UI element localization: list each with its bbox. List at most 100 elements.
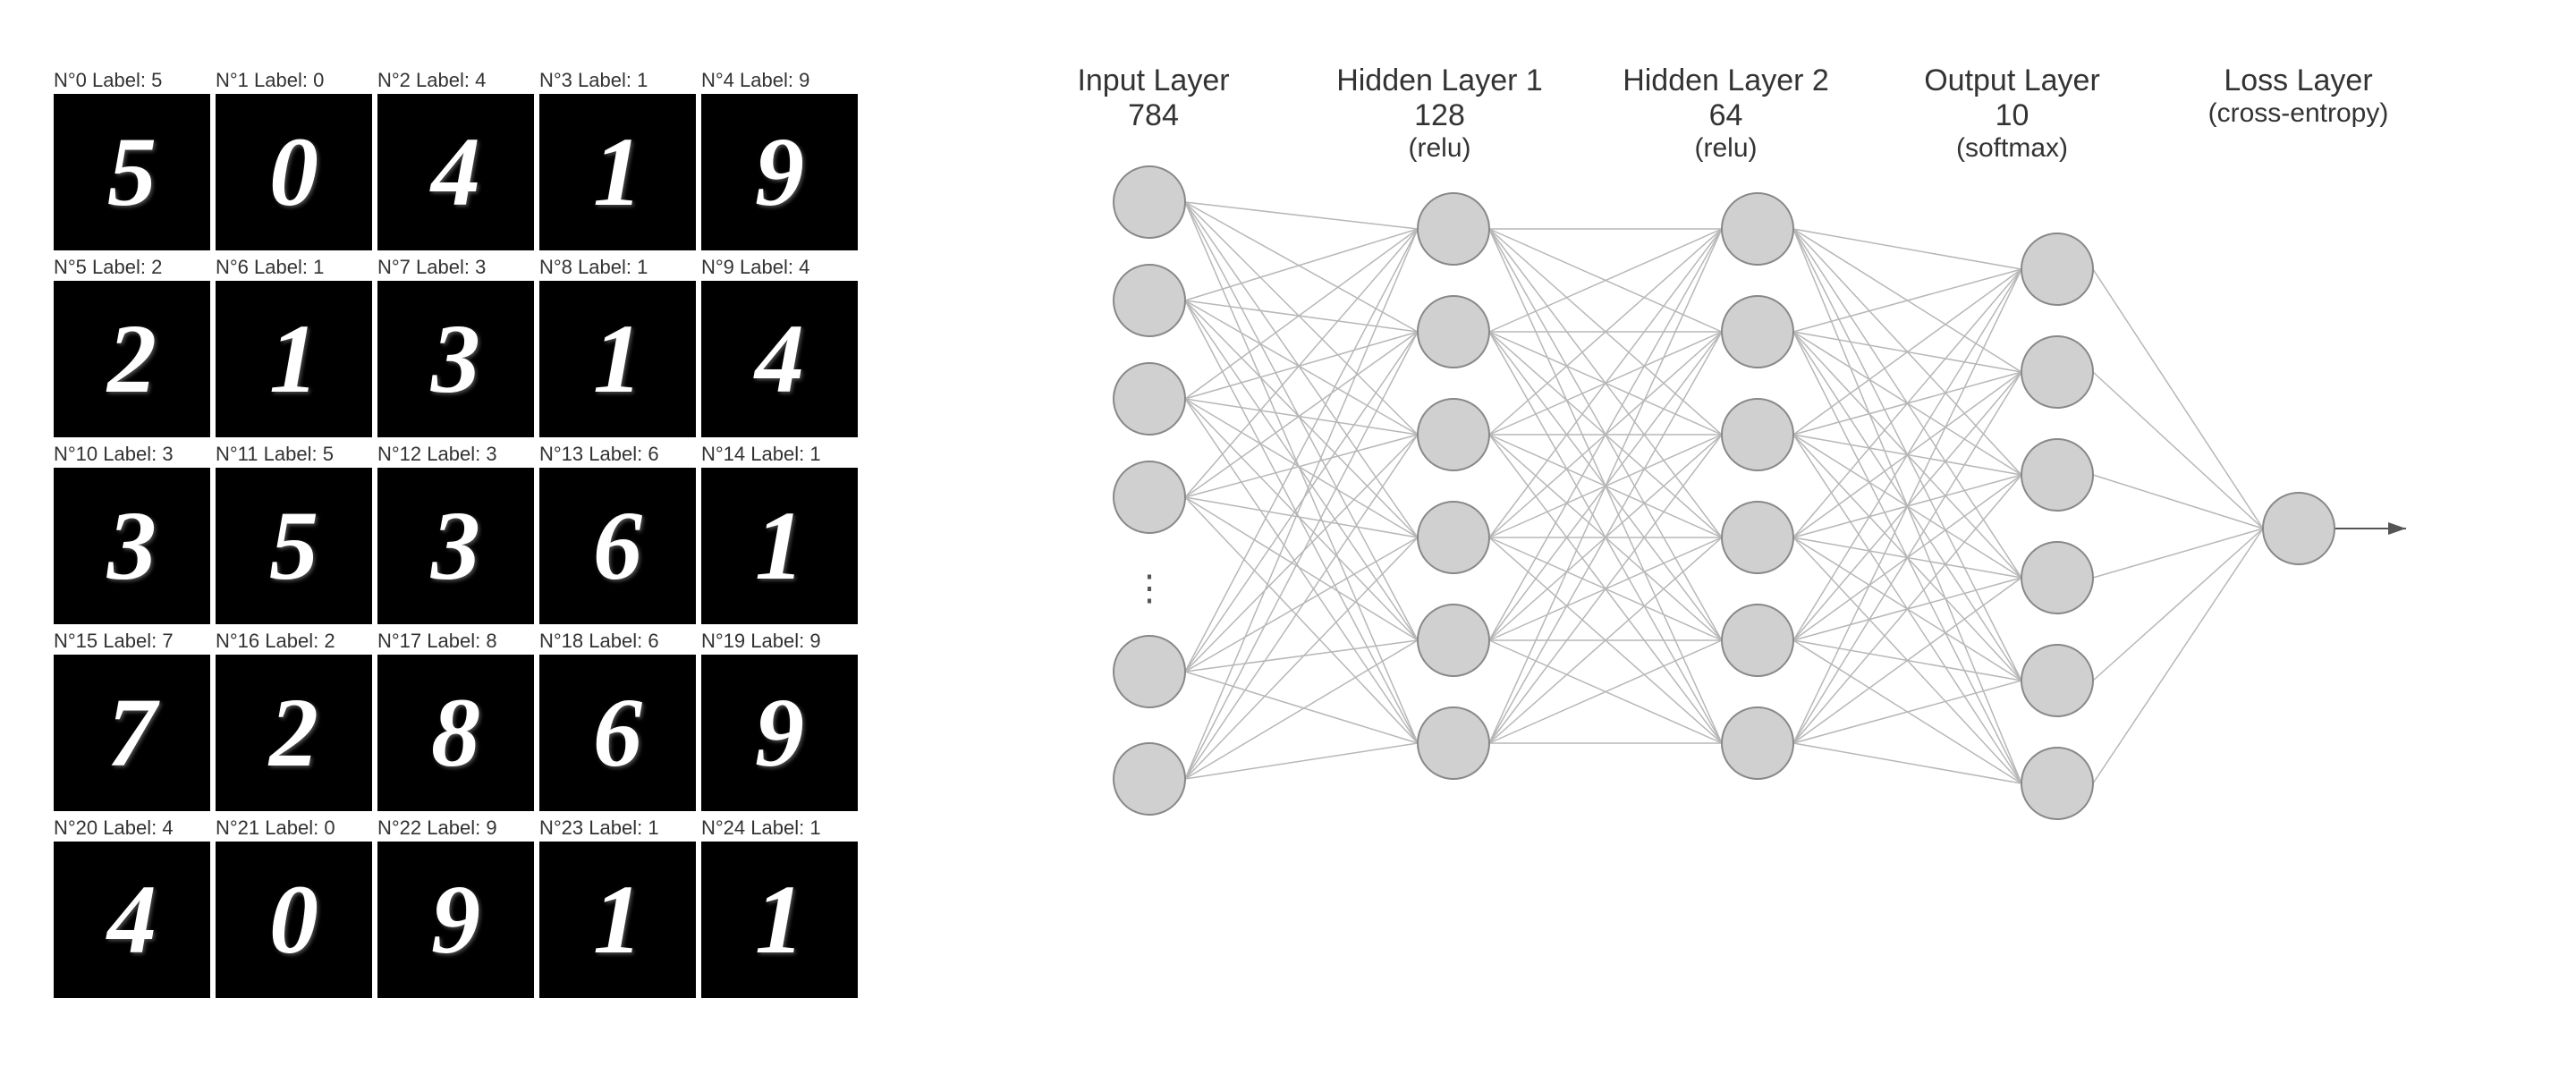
mnist-item-label: N°7 Label: 3 — [377, 256, 534, 279]
mnist-digit-image: 1 — [539, 94, 696, 250]
mnist-digit-char: 6 — [593, 683, 642, 782]
mnist-digit-char: 4 — [431, 123, 480, 221]
mnist-digit-image: 2 — [54, 281, 210, 437]
mnist-digit-char: 9 — [431, 870, 480, 969]
mnist-item: N°23 Label: 11 — [539, 816, 696, 998]
mnist-digit-char: 2 — [269, 683, 318, 782]
mnist-digit-image: 1 — [216, 281, 372, 437]
mnist-digit-image: 6 — [539, 468, 696, 624]
mnist-digit-char: 7 — [107, 683, 157, 782]
mnist-digit-image: 9 — [701, 655, 858, 811]
mnist-item: N°14 Label: 1 1 — [701, 443, 858, 624]
mnist-item-label: N°23 Label: 1 — [539, 816, 696, 840]
mnist-item-label: N°14 Label: 1 — [701, 443, 858, 466]
mnist-digit-image: 1 — [701, 842, 858, 998]
mnist-row: N°5 Label: 22N°6 Label: 11N°7 Label: 33N… — [54, 256, 858, 437]
mnist-digit-image: 1 — [701, 468, 858, 624]
mnist-digit-image: 4 — [701, 281, 858, 437]
mnist-item-label: N°10 Label: 3 — [54, 443, 210, 466]
mnist-digit-char: 1 — [755, 496, 804, 595]
mnist-item: N°12 Label: 3 3 — [377, 443, 534, 624]
mnist-item-label: N°16 Label: 2 — [216, 630, 372, 653]
mnist-item: N°2 Label: 4 4 — [377, 69, 534, 250]
mnist-item: N°16 Label: 2 2 — [216, 630, 372, 811]
mnist-digit-char: 5 — [107, 123, 157, 221]
svg-text:⋮: ⋮ — [1131, 569, 1167, 608]
mnist-item-label: N°1 Label: 0 — [216, 69, 372, 92]
mnist-item: N°17 Label: 88 — [377, 630, 534, 811]
mnist-item-label: N°22 Label: 9 — [377, 816, 534, 840]
mnist-digit-image: 3 — [54, 468, 210, 624]
mnist-digit-char: 1 — [593, 123, 642, 221]
mnist-digit-image: 9 — [377, 842, 534, 998]
mnist-item-label: N°9 Label: 4 — [701, 256, 858, 279]
mnist-item: N°19 Label: 9 9 — [701, 630, 858, 811]
mnist-row: N°15 Label: 7 7 N°16 Label: 2 2 N°17 Label: … — [54, 630, 858, 811]
mnist-digit-char: 2 — [107, 309, 157, 408]
mnist-digit-image: 4 — [377, 94, 534, 250]
mnist-item-label: N°13 Label: 6 — [539, 443, 696, 466]
mnist-digit-char: 3 — [107, 496, 157, 595]
mnist-item-label: N°24 Label: 1 — [701, 816, 858, 840]
mnist-digit-image: 0 — [216, 842, 372, 998]
mnist-item-label: N°12 Label: 3 — [377, 443, 534, 466]
mnist-digit-char: 1 — [269, 309, 318, 408]
mnist-item-label: N°21 Label: 0 — [216, 816, 372, 840]
main-container: N°0 Label: 55N°1 Label: 00N°2 Label: 44N… — [54, 63, 2522, 1003]
mnist-item-label: N°11 Label: 5 — [216, 443, 372, 466]
mnist-item-label: N°19 Label: 9 — [701, 630, 858, 653]
mnist-item: N°1 Label: 00 — [216, 69, 372, 250]
mnist-digit-image: 4 — [54, 842, 210, 998]
mnist-digit-image: 2 — [216, 655, 372, 811]
mnist-digit-image: 0 — [216, 94, 372, 250]
mnist-digit-image: 3 — [377, 281, 534, 437]
mnist-digit-char: 9 — [755, 683, 804, 782]
mnist-digit-image: 3 — [377, 468, 534, 624]
mnist-digit-char: 1 — [593, 309, 642, 408]
mnist-item: N°7 Label: 3 3 — [377, 256, 534, 437]
mnist-item: N°13 Label: 6 6 — [539, 443, 696, 624]
mnist-row: N°10 Label: 3 3 N°11 Label: 5 5 N°12 Label: … — [54, 443, 858, 624]
mnist-item: N°21 Label: 0 0 — [216, 816, 372, 998]
mnist-grid: N°0 Label: 55N°1 Label: 00N°2 Label: 44N… — [54, 69, 858, 998]
mnist-item: N°10 Label: 3 3 — [54, 443, 210, 624]
mnist-item: N°15 Label: 7 7 — [54, 630, 210, 811]
nn-svg: ⋮ ⋮ ⋮ — [1011, 63, 2442, 1003]
mnist-item-label: N°6 Label: 1 — [216, 256, 372, 279]
mnist-item: N°11 Label: 5 5 — [216, 443, 372, 624]
mnist-digit-image: 1 — [539, 281, 696, 437]
mnist-digit-image: 5 — [216, 468, 372, 624]
mnist-digit-char: 1 — [755, 870, 804, 969]
mnist-item: N°6 Label: 1 1 — [216, 256, 372, 437]
mnist-item: N°24 Label: 1 1 — [701, 816, 858, 998]
mnist-row: N°0 Label: 55N°1 Label: 00N°2 Label: 44N… — [54, 69, 858, 250]
mnist-item: N°18 Label: 66 — [539, 630, 696, 811]
mnist-digit-char: 4 — [755, 309, 804, 408]
mnist-digit-char: 3 — [431, 309, 480, 408]
mnist-item: N°9 Label: 4 4 — [701, 256, 858, 437]
mnist-item-label: N°5 Label: 2 — [54, 256, 210, 279]
mnist-item: N°5 Label: 2 2 — [54, 256, 210, 437]
mnist-digit-image: 5 — [54, 94, 210, 250]
mnist-digit-image: 8 — [377, 655, 534, 811]
mnist-item-label: N°3 Label: 1 — [539, 69, 696, 92]
mnist-item: N°0 Label: 5 5 — [54, 69, 210, 250]
mnist-item: N°3 Label: 1 1 — [539, 69, 696, 250]
mnist-digit-char: 4 — [107, 870, 157, 969]
mnist-item-label: N°8 Label: 1 — [539, 256, 696, 279]
mnist-item-label: N°0 Label: 5 — [54, 69, 210, 92]
mnist-item-label: N°20 Label: 4 — [54, 816, 210, 840]
mnist-item: N°22 Label: 9 9 — [377, 816, 534, 998]
mnist-digit-char: 3 — [431, 496, 480, 595]
mnist-digit-char: 5 — [269, 496, 318, 595]
mnist-item: N°8 Label: 1 1 — [539, 256, 696, 437]
mnist-digit-image: 6 — [539, 655, 696, 811]
mnist-digit-image: 7 — [54, 655, 210, 811]
mnist-item-label: N°15 Label: 7 — [54, 630, 210, 653]
mnist-item-label: N°2 Label: 4 — [377, 69, 534, 92]
mnist-item: N°4 Label: 99 — [701, 69, 858, 250]
mnist-digit-char: 0 — [269, 870, 318, 969]
mnist-item-label: N°4 Label: 9 — [701, 69, 858, 92]
mnist-digit-char: 8 — [431, 683, 480, 782]
mnist-digit-char: 6 — [593, 496, 642, 595]
